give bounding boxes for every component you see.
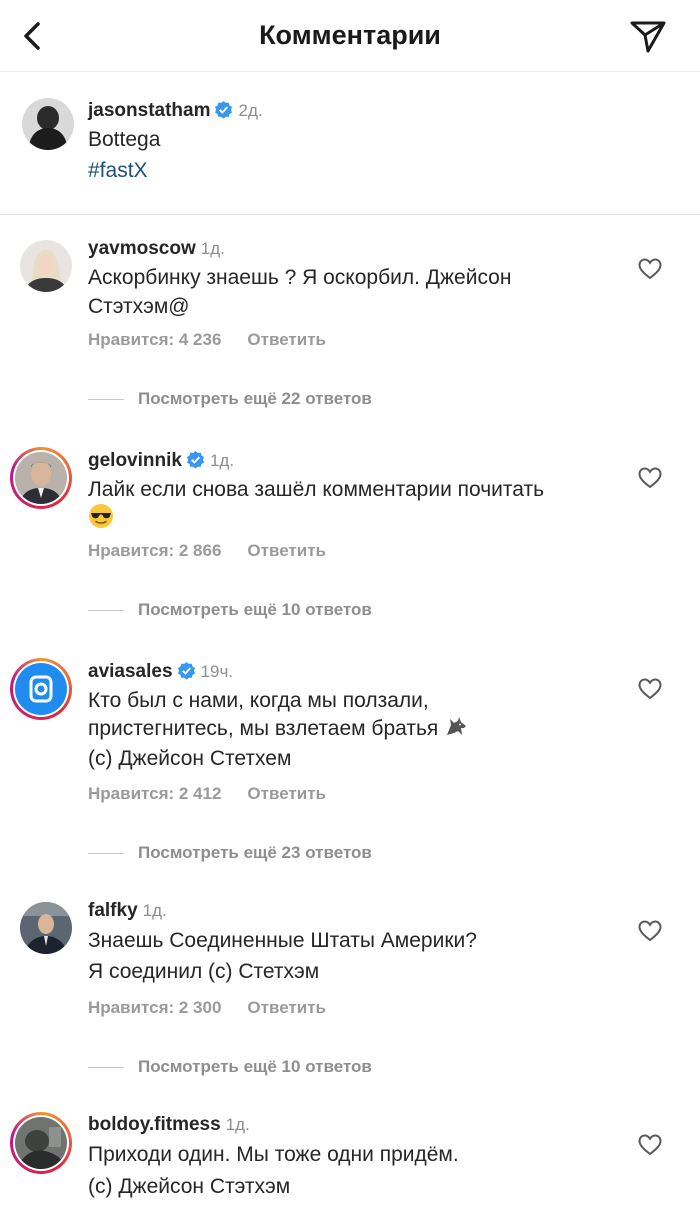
comment-text: Аскорбинку знаешь ? Я оскорбил. Джейсон [88,266,512,289]
view-replies-label[interactable]: Посмотреть ещё 10 ответов [138,600,372,619]
post-caption: jasonstatham 2д. Bottega #fastX [0,72,700,215]
comment-text: (с) Джейсон Стэтхэм [88,1175,291,1198]
comment-text: Лайк если снова зашёл комментарии почита… [88,478,545,501]
comment-text: Знаешь Соединенные Штаты Америки? [88,929,477,952]
like-count[interactable]: Нравится: 4 236 [88,330,221,349]
send-icon[interactable] [626,16,670,56]
view-replies-label[interactable]: Посмотреть ещё 10 ответов [138,1057,372,1076]
like-count[interactable]: Нравится: 2 300 [88,998,221,1017]
comment-text: Кто был с нами, когда мы ползали, [88,689,429,712]
reply-button[interactable]: Ответить [247,784,326,803]
header-bar: Комментарии [0,0,700,72]
back-arrow-icon[interactable] [14,16,54,56]
avatar[interactable] [22,98,74,150]
comment-text: (с) Джейсон Стетхем [88,747,292,770]
replies-divider [88,853,124,855]
view-replies-link[interactable]: Посмотреть ещё 23 ответов [88,843,372,863]
avatar[interactable] [15,1117,67,1169]
verified-badge-icon [215,100,233,119]
avatar[interactable] [15,663,67,715]
timestamp: 1д. [200,239,225,258]
view-replies-link[interactable]: Посмотреть ещё 10 ответов [88,600,372,620]
hashtag-link[interactable]: #fastX [88,156,148,186]
verified-badge-icon [186,450,205,469]
page-title: Комментарии [259,20,441,50]
heart-icon[interactable] [638,1134,662,1156]
username[interactable]: falfky [88,900,138,921]
reply-button[interactable]: Ответить [247,541,326,560]
sunglasses-emoji-icon [89,504,113,528]
avatar[interactable] [15,452,67,504]
username[interactable]: boldoy.fitmess [88,1114,221,1135]
avatar[interactable] [20,902,72,954]
comment-text-with-emoji: пристегнитесь, мы взлетаем братья [88,714,468,744]
heart-icon[interactable] [638,258,662,280]
username[interactable]: gelovinnik [88,450,182,471]
like-count[interactable]: Нравится: 2 412 [88,784,221,803]
username[interactable]: yavmoscow [88,238,196,259]
comment-emoji-line [88,503,114,533]
timestamp: 19ч. [200,662,234,681]
heart-icon[interactable] [638,678,662,700]
like-count[interactable]: Нравится: 2 866 [88,541,221,560]
timestamp: 1д. [209,451,235,470]
replies-divider [88,1067,124,1069]
comment-text: пристегнитесь, мы взлетаем братья [88,717,439,740]
view-replies-link[interactable]: Посмотреть ещё 22 ответов [88,389,372,409]
timestamp: 2д. [238,101,263,120]
story-ring[interactable] [10,447,72,509]
username[interactable]: aviasales [88,661,173,682]
view-replies-link[interactable]: Посмотреть ещё 10 ответов [88,1057,372,1077]
replies-divider [88,399,124,401]
story-ring[interactable] [10,1112,72,1174]
timestamp: 1д. [225,1115,250,1134]
comment-text: Я соединил (с) Стетхэм [88,960,320,983]
heart-icon[interactable] [638,467,662,489]
reply-button[interactable]: Ответить [247,330,326,349]
timestamp: 1д. [142,901,167,920]
username[interactable]: jasonstatham [88,100,210,121]
view-replies-label[interactable]: Посмотреть ещё 22 ответов [138,389,372,408]
verified-badge-icon [177,661,195,680]
replies-divider [88,610,124,612]
story-ring[interactable] [10,658,72,720]
comment-text: Приходи один. Мы тоже одни придём. [88,1143,459,1166]
reply-button[interactable]: Ответить [247,998,326,1017]
avatar[interactable] [20,240,72,292]
wolf-emoji-icon [447,717,467,735]
view-replies-label[interactable]: Посмотреть ещё 23 ответов [138,843,372,862]
comment-text: Стэтхэм@ [88,295,190,318]
post-caption-text: Bottega [88,128,161,151]
heart-icon[interactable] [638,920,662,942]
post-author[interactable]: jasonstatham 2д. [88,100,263,122]
